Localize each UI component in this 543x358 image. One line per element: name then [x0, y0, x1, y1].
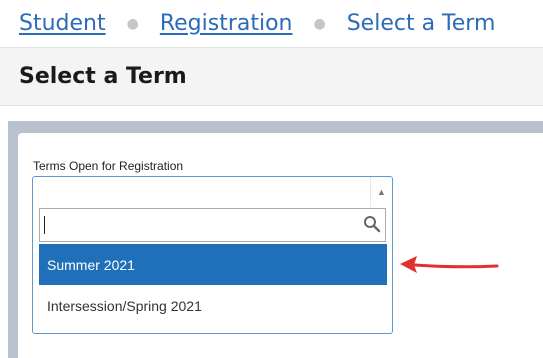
text-cursor — [44, 216, 45, 234]
dropdown-toggle[interactable]: ▲ — [370, 177, 392, 207]
breadcrumb-separator-icon: ● — [313, 15, 326, 32]
page-title: Select a Term — [19, 64, 187, 89]
term-option-summer-2021[interactable]: Summer 2021 — [39, 244, 387, 285]
breadcrumb-student[interactable]: Student — [19, 11, 106, 36]
title-bar: Select a Term — [0, 48, 543, 106]
breadcrumb-registration[interactable]: Registration — [160, 11, 293, 36]
breadcrumb-separator-icon: ● — [126, 15, 139, 32]
term-search-input[interactable] — [39, 208, 386, 242]
terms-label: Terms Open for Registration — [33, 159, 184, 173]
term-option-intersession-spring-2021[interactable]: Intersession/Spring 2021 — [39, 285, 387, 326]
triangle-up-icon: ▲ — [377, 187, 386, 197]
breadcrumb: Student ● Registration ● Select a Term — [0, 0, 543, 48]
breadcrumb-current: Select a Term — [346, 11, 496, 36]
search-icon — [364, 216, 381, 233]
red-arrow-icon — [400, 256, 499, 273]
